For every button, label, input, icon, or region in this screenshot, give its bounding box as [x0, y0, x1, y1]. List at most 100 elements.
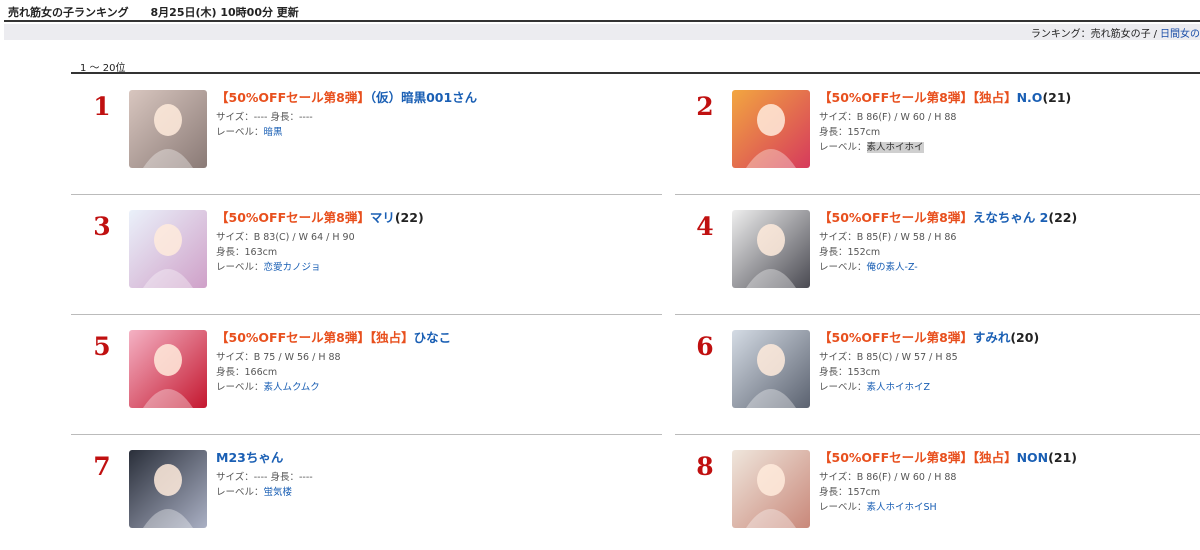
ranking-item[interactable]: 3 【50%OFFセール第8弾】マリ(22) サイズ：B 83(C) / W 6…	[74, 210, 664, 310]
height-label: 身長：	[819, 367, 848, 378]
size-value: B 85(C) / W 57 / H 85	[856, 352, 958, 363]
size-line: サイズ：B 85(F) / W 58 / H 86	[819, 230, 1200, 245]
size-label: サイズ：	[819, 232, 857, 243]
size-value: ----	[253, 112, 271, 123]
item-title[interactable]: 【50%OFFセール第8弾】【独占】N.O(21)	[819, 90, 1200, 106]
thumbnail-figure	[746, 104, 796, 168]
item-title[interactable]: 【50%OFFセール第8弾】【独占】ひなこ	[216, 330, 656, 346]
size-value: B 85(F) / W 58 / H 86	[856, 232, 957, 243]
thumbnail-image[interactable]	[129, 210, 207, 288]
item-age: (22)	[394, 210, 424, 225]
size-line: サイズ：B 86(F) / W 60 / H 88	[819, 470, 1200, 485]
rank-number: 1	[93, 92, 111, 121]
size-line: サイズ：B 83(C) / W 64 / H 90	[216, 230, 656, 245]
label-label: レーベル：	[819, 502, 867, 513]
thumbnail-figure	[143, 464, 193, 528]
thumbnail-image[interactable]	[129, 450, 207, 528]
label-link[interactable]: 俺の素人-Z-	[867, 262, 918, 273]
item-title[interactable]: 【50%OFFセール第8弾】（仮）暗黒001さん	[216, 90, 656, 106]
size-value: B 75 / W 56 / H 88	[253, 352, 341, 363]
size-line: サイズ：B 75 / W 56 / H 88	[216, 350, 656, 365]
label-link[interactable]: 暗黒	[264, 127, 283, 138]
height-label: 身長：	[216, 247, 245, 258]
height-value: 152cm	[847, 247, 881, 258]
ranking-item[interactable]: 2 【50%OFFセール第8弾】【独占】N.O(21) サイズ：B 86(F) …	[677, 90, 1200, 190]
rank-number: 4	[696, 212, 714, 241]
page-title: 売れ筋女の子ランキング 8月25日(木) 10時00分 更新	[8, 4, 299, 20]
item-meta: サイズ：B 85(C) / W 57 / H 85 身長：153cm レーベル：…	[819, 350, 1200, 395]
thumbnail-image[interactable]	[129, 90, 207, 168]
label-link[interactable]: 素人ホイホイ	[866, 142, 924, 153]
breadcrumb-separator: /	[1153, 29, 1157, 40]
sale-tag: 【50%OFFセール第8弾】	[819, 330, 973, 345]
rank-number: 8	[696, 452, 714, 481]
item-meta: サイズ：B 86(F) / W 60 / H 88 身長：157cm レーベル：…	[819, 110, 1200, 155]
label-line: レーベル：素人ムクムク	[216, 380, 656, 395]
item-name-link[interactable]: N.O	[1017, 90, 1043, 105]
item-title[interactable]: 【50%OFFセール第8弾】えなちゃん 2(22)	[819, 210, 1200, 226]
label-label: レーベル：	[819, 382, 867, 393]
label-line: レーベル：素人ホイホイ	[819, 140, 1200, 155]
height-label: 身長：	[819, 247, 848, 258]
item-name-link[interactable]: マリ	[370, 210, 395, 225]
thumbnail-image[interactable]	[732, 330, 810, 408]
thumbnail-image[interactable]	[732, 90, 810, 168]
item-title[interactable]: 【50%OFFセール第8弾】すみれ(20)	[819, 330, 1200, 346]
label-label: レーベル：	[216, 127, 264, 138]
item-divider	[71, 434, 662, 435]
label-label: レーベル：	[216, 487, 264, 498]
label-line: レーベル：素人ホイホイSH	[819, 500, 1200, 515]
item-divider	[675, 194, 1200, 195]
item-meta: サイズ：---- 身長：---- レーベル：蛍気楼	[216, 470, 656, 500]
sale-tag: 【50%OFFセール第8弾】	[819, 450, 973, 465]
thumbnail-image[interactable]	[732, 450, 810, 528]
ranking-item[interactable]: 1 【50%OFFセール第8弾】（仮）暗黒001さん サイズ：---- 身長：-…	[74, 90, 664, 190]
thumbnail-image[interactable]	[129, 330, 207, 408]
height-label: 身長：	[216, 367, 245, 378]
item-title[interactable]: 【50%OFFセール第8弾】【独占】NON(21)	[819, 450, 1200, 466]
updated-timestamp: 8月25日(木) 10時00分 更新	[150, 6, 299, 19]
label-link[interactable]: 蛍気楼	[264, 487, 293, 498]
height-line: 身長：163cm	[216, 245, 656, 260]
exclusive-tag: 【独占】	[972, 450, 1017, 465]
size-value: B 83(C) / W 64 / H 90	[253, 232, 355, 243]
height-label: 身長：	[819, 487, 848, 498]
sale-tag: 【50%OFFセール第8弾】	[216, 90, 370, 105]
sale-tag: 【50%OFFセール第8弾】	[216, 210, 370, 225]
height-label: 身長：	[270, 472, 299, 483]
label-link[interactable]: 恋愛カノジョ	[264, 262, 321, 273]
ranking-item[interactable]: 4 【50%OFFセール第8弾】えなちゃん 2(22) サイズ：B 85(F) …	[677, 210, 1200, 310]
ranking-item[interactable]: 7 M23ちゃん サイズ：---- 身長：---- レーベル：蛍気楼	[74, 450, 664, 550]
label-link[interactable]: 素人ホイホイSH	[867, 502, 937, 513]
breadcrumb-link-daily[interactable]: 日間女の	[1160, 29, 1200, 40]
item-name-link[interactable]: えなちゃん 2	[973, 210, 1049, 225]
item-name-link[interactable]: ひなこ	[414, 330, 452, 345]
thumbnail-figure	[746, 464, 796, 528]
item-name-link[interactable]: （仮）暗黒001さん	[370, 90, 477, 105]
ranking-item[interactable]: 6 【50%OFFセール第8弾】すみれ(20) サイズ：B 85(C) / W …	[677, 330, 1200, 430]
item-title[interactable]: 【50%OFFセール第8弾】マリ(22)	[216, 210, 656, 226]
height-value: 157cm	[847, 487, 881, 498]
size-label: サイズ：	[819, 352, 857, 363]
height-value: 163cm	[244, 247, 278, 258]
height-line: 身長：166cm	[216, 365, 656, 380]
item-age: (21)	[1048, 450, 1077, 465]
item-name-link[interactable]: すみれ	[973, 330, 1011, 345]
item-name-link[interactable]: NON	[1017, 450, 1049, 465]
ranking-item[interactable]: 5 【50%OFFセール第8弾】【独占】ひなこ サイズ：B 75 / W 56 …	[74, 330, 664, 430]
label-link[interactable]: 素人ムクムク	[264, 382, 320, 393]
item-age: (21)	[1042, 90, 1072, 105]
thumbnail-figure	[746, 224, 796, 288]
label-line: レーベル：恋愛カノジョ	[216, 260, 656, 275]
label-line: レーベル：蛍気楼	[216, 485, 656, 500]
item-title[interactable]: M23ちゃん	[216, 450, 656, 466]
label-line: レーベル：俺の素人-Z-	[819, 260, 1200, 275]
size-line: サイズ：---- 身長：----	[216, 110, 656, 125]
item-name-link[interactable]: M23ちゃん	[216, 450, 283, 465]
ranking-item[interactable]: 8 【50%OFFセール第8弾】【独占】NON(21) サイズ：B 86(F) …	[677, 450, 1200, 550]
label-link[interactable]: 素人ホイホイZ	[867, 382, 931, 393]
item-meta: サイズ：B 83(C) / W 64 / H 90 身長：163cm レーベル：…	[216, 230, 656, 275]
thumbnail-image[interactable]	[732, 210, 810, 288]
size-label: サイズ：	[216, 472, 254, 483]
size-label: サイズ：	[216, 112, 254, 123]
